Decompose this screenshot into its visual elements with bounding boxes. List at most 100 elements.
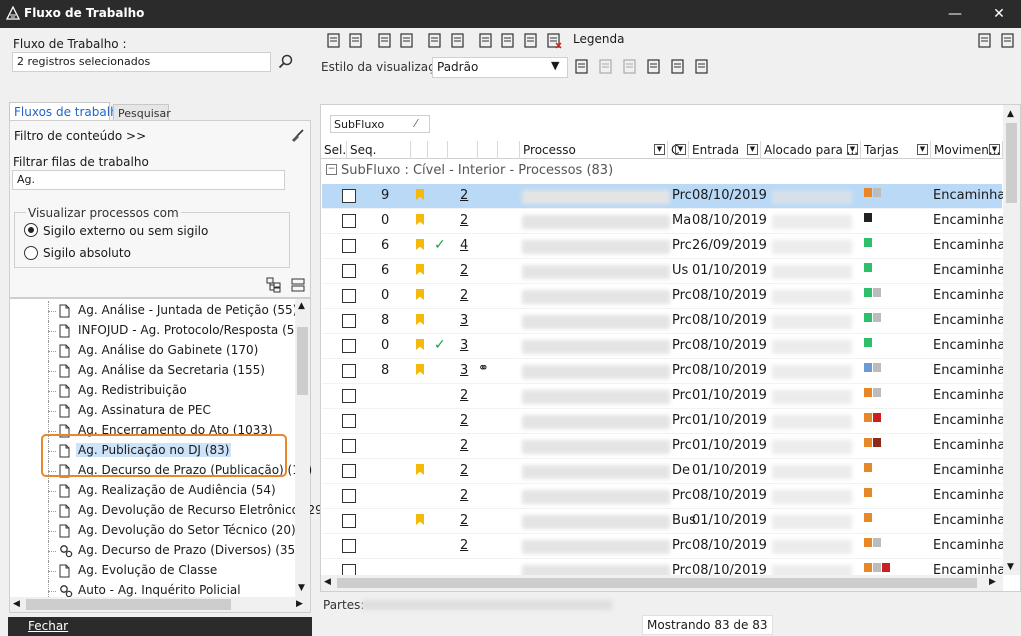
row-link[interactable]: 3 bbox=[460, 338, 468, 353]
comment-icon[interactable] bbox=[522, 32, 540, 50]
minimize-button[interactable]: — bbox=[933, 0, 977, 28]
table-row[interactable]: 8 3 Prc 08/10/2019 Encaminhad bbox=[322, 309, 1014, 334]
tree-item[interactable]: Ag. Assinatura de PEC bbox=[10, 401, 300, 421]
tab-pesquisar[interactable]: Pesquisar bbox=[113, 104, 171, 120]
grid-hscroll-thumb[interactable] bbox=[337, 578, 977, 588]
table-row[interactable]: 2 Prc 01/10/2019 Encaminhad bbox=[322, 434, 1014, 459]
refresh-icon[interactable] bbox=[347, 32, 365, 50]
row-link[interactable]: 2 bbox=[460, 413, 468, 428]
save-icon[interactable] bbox=[573, 58, 591, 76]
tree-item[interactable]: Ag. Análise do Gabinete (170) bbox=[10, 341, 300, 361]
legenda-link[interactable]: Legenda bbox=[573, 32, 624, 46]
row-link[interactable]: 2 bbox=[460, 388, 468, 403]
filter-dropdown-icon[interactable]: ▼ bbox=[747, 144, 758, 155]
table-row[interactable]: 2 Prc 01/10/2019 Encaminhad bbox=[322, 409, 1014, 434]
export-icon[interactable] bbox=[449, 32, 467, 50]
scroll-up-icon[interactable]: ▲ bbox=[298, 301, 305, 311]
header-col-check[interactable] bbox=[428, 141, 448, 159]
row-checkbox[interactable] bbox=[342, 489, 356, 503]
row-link[interactable]: 2 bbox=[460, 538, 468, 553]
row-checkbox[interactable] bbox=[342, 539, 356, 553]
row-checkbox[interactable] bbox=[342, 239, 356, 253]
tree-item[interactable]: Ag. Análise - Juntada de Petição (55) bbox=[10, 301, 300, 321]
grid-scroll-down-icon[interactable]: ▼ bbox=[1007, 562, 1014, 572]
tree-item[interactable]: Ag. Devolução de Recurso Eletrônico (297… bbox=[10, 501, 335, 521]
row-link[interactable]: 4 bbox=[460, 238, 468, 253]
table-row[interactable]: 0 2 Prc 08/10/2019 Encaminhad bbox=[322, 284, 1014, 309]
radio-sigilo-externo[interactable] bbox=[24, 223, 38, 237]
tree-item[interactable]: Ag. Realização de Audiência (54) bbox=[10, 481, 300, 501]
header-col-entrada[interactable]: Entrada ▼ bbox=[689, 141, 761, 159]
header-col-tree[interactable] bbox=[448, 141, 478, 159]
header-col-seq[interactable]: Seq. bbox=[347, 141, 411, 159]
table-row[interactable]: 0 2 Ma 08/10/2019 Encaminhad bbox=[322, 209, 1014, 234]
row-link[interactable]: 3 bbox=[460, 313, 468, 328]
delete-mail-icon[interactable] bbox=[545, 32, 563, 50]
grid-scroll-left-icon[interactable]: ◀ bbox=[324, 577, 331, 587]
tree-horizontal-scrollbar[interactable]: ◀ ▶ bbox=[10, 597, 310, 612]
row-checkbox[interactable] bbox=[342, 514, 356, 528]
print-preview-icon[interactable] bbox=[693, 58, 711, 76]
row-checkbox[interactable] bbox=[342, 289, 356, 303]
row-link[interactable]: 2 bbox=[460, 288, 468, 303]
table-row[interactable]: 6 ✓ 4 Prc 26/09/2019 Encaminhad bbox=[322, 234, 1014, 259]
row-link[interactable]: 2 bbox=[460, 463, 468, 478]
row-checkbox[interactable] bbox=[342, 364, 356, 378]
grid-scroll-right-icon[interactable]: ▶ bbox=[989, 577, 996, 587]
tree-item[interactable]: INFOJUD - Ag. Protocolo/Resposta (5) bbox=[10, 321, 300, 341]
filter-dropdown-icon[interactable]: ▼ bbox=[917, 144, 928, 155]
tree-hscroll-thumb[interactable] bbox=[26, 599, 231, 610]
move-up-icon[interactable] bbox=[477, 32, 495, 50]
tab-fluxos-de-trabalho[interactable]: Fluxos de trabalho bbox=[9, 102, 125, 120]
row-link[interactable]: 2 bbox=[460, 263, 468, 278]
row-link[interactable]: 2 bbox=[460, 488, 468, 503]
tree-item[interactable]: Ag. Decurso de Prazo (Diversos) (35) bbox=[10, 541, 300, 561]
row-checkbox[interactable] bbox=[342, 414, 356, 428]
table-row[interactable]: 2 De 01/10/2019 Encaminhad bbox=[322, 459, 1014, 484]
table-row[interactable]: 2 Prc 01/10/2019 Encaminhad bbox=[322, 384, 1014, 409]
row-link[interactable]: 3 bbox=[460, 363, 468, 378]
trash-icon[interactable] bbox=[597, 58, 615, 76]
scroll-right-icon[interactable]: ▶ bbox=[296, 599, 303, 609]
print-icon[interactable] bbox=[426, 32, 444, 50]
tree-item[interactable]: Ag. Devolução do Setor Técnico (20) bbox=[10, 521, 300, 541]
tree-scroll-thumb[interactable] bbox=[297, 327, 308, 395]
filter-dropdown-icon[interactable]: ▼ bbox=[989, 144, 1000, 155]
tree-item[interactable]: Ag. Redistribuição bbox=[10, 381, 300, 401]
row-link[interactable]: 2 bbox=[460, 188, 468, 203]
row-checkbox[interactable] bbox=[342, 339, 356, 353]
table-row[interactable]: 6 2 Us 01/10/2019 Encaminhad bbox=[322, 259, 1014, 284]
filter-dropdown-icon[interactable]: ▼ bbox=[675, 144, 686, 155]
header-col-alocado[interactable]: Alocado para ... ▼ bbox=[761, 141, 861, 159]
estilo-select[interactable]: Padrão ▼ bbox=[432, 57, 568, 78]
header-col-sel[interactable]: Sel. bbox=[321, 141, 347, 159]
filter-dropdown-icon[interactable]: ▼ bbox=[847, 144, 858, 155]
fechar-button[interactable]: Fechar bbox=[28, 619, 68, 633]
collapse-group-icon[interactable]: − bbox=[326, 164, 337, 175]
sort-icon[interactable]: ⁄ bbox=[415, 117, 417, 130]
radio-sigilo-absoluto[interactable] bbox=[24, 246, 38, 260]
row-checkbox[interactable] bbox=[342, 314, 356, 328]
row-link[interactable]: 2 bbox=[460, 213, 468, 228]
tree-vertical-scrollbar[interactable]: ▲ ▼ bbox=[295, 299, 310, 597]
row-checkbox[interactable] bbox=[342, 264, 356, 278]
header-col-tarjas[interactable]: Tarjas ▼ bbox=[861, 141, 931, 159]
header-col-processo[interactable]: Processo ▼ bbox=[520, 141, 668, 159]
duplicate-icon[interactable] bbox=[398, 32, 416, 50]
tree-view-icon[interactable] bbox=[976, 32, 994, 50]
grid-vertical-scrollbar[interactable]: ▲ ▼ bbox=[1003, 105, 1020, 575]
row-checkbox[interactable] bbox=[342, 189, 356, 203]
fluxo-input[interactable]: 2 registros selecionados bbox=[12, 52, 271, 72]
groupby-chip[interactable]: SubFluxo ⁄ bbox=[330, 115, 430, 133]
filtro-conteudo-toggle[interactable]: Filtro de conteúdo >> bbox=[14, 129, 146, 143]
new-document-icon[interactable] bbox=[325, 32, 343, 50]
header-col-flag[interactable] bbox=[411, 141, 428, 159]
search-document-icon[interactable] bbox=[499, 32, 517, 50]
row-checkbox[interactable] bbox=[342, 214, 356, 228]
row-link[interactable]: 2 bbox=[460, 513, 468, 528]
table-row[interactable]: 2 Prc 08/10/2019 Encaminhad bbox=[322, 484, 1014, 509]
table-row[interactable]: 2 Bus 01/10/2019 Encaminhad bbox=[322, 509, 1014, 534]
grid-horizontal-scrollbar[interactable]: ◀ ▶ bbox=[321, 575, 1003, 591]
collapse-view-icon[interactable] bbox=[999, 32, 1017, 50]
close-window-button[interactable]: ✕ bbox=[977, 0, 1021, 28]
